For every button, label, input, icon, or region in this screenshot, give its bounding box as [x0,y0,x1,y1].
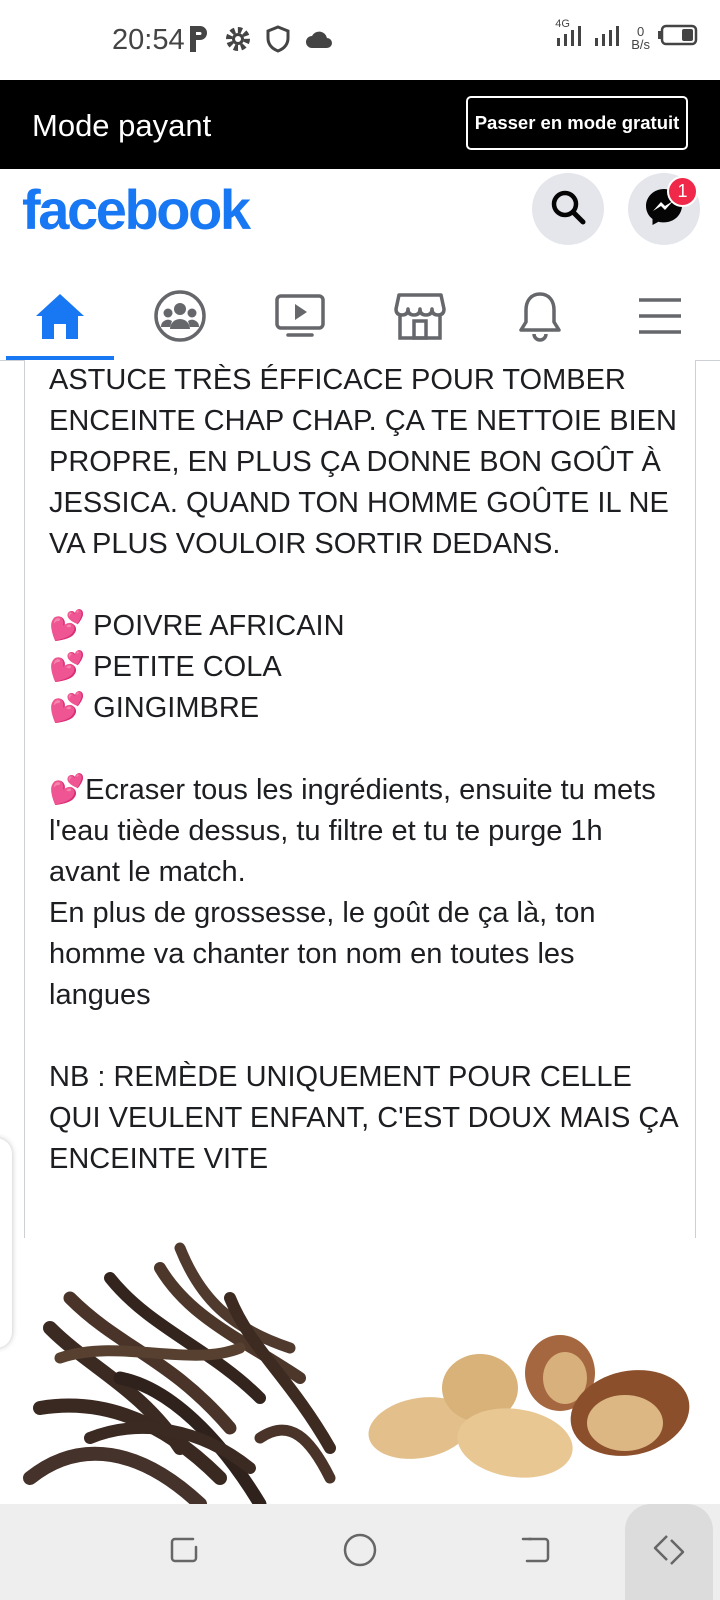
app-header: facebook [0,169,720,261]
speed-unit: B/s [631,36,650,52]
tab-notifications[interactable] [480,276,600,360]
tab-home[interactable] [0,276,120,360]
post-card: ASTUCE TRÈS ÉFFICACE POUR TOMBER ENCEINT… [24,360,696,1238]
mode-label: Mode payant [32,108,212,143]
african-pepper-pods-image [23,1242,336,1504]
ingredient-label: POIVRE AFRICAIN [93,610,345,642]
messenger-badge: 1 [667,176,698,207]
tab-marketplace[interactable] [360,276,480,360]
main-nav-tabs [0,276,720,361]
post-image[interactable] [0,1238,720,1504]
search-icon [548,187,588,232]
bell-icon [517,290,563,347]
groups-icon [153,289,207,348]
network-speed: 0 B/s [631,25,650,51]
hearts-emoji: 💕 [49,651,86,683]
tab-menu[interactable] [600,276,720,360]
mode-banner: Mode payant Passer en mode gratuit [0,80,720,169]
hearts-emoji: 💕 [49,610,86,642]
tab-groups[interactable] [120,276,240,360]
instructions-text: Ecraser tous les ingrédients, ensuite tu… [49,774,656,888]
marketplace-icon [394,291,446,346]
battery-icon [658,24,698,51]
rotate-screen-button[interactable] [625,1504,713,1600]
ingredient-item: 💕 PETITE COLA [49,647,679,688]
home-icon [34,291,86,346]
ingredient-item: 💕 GINGIMBRE [49,688,679,729]
post-instructions: 💕Ecraser tous les ingrédients, ensuite t… [49,770,679,893]
post-body: ASTUCE TRÈS ÉFFICACE POUR TOMBER ENCEINT… [49,360,679,1180]
signal-icon [593,22,623,53]
post-note: NB : REMÈDE UNIQUEMENT POUR CELLE QUI VE… [49,1061,678,1175]
rotate-icon [651,1532,687,1573]
home-button[interactable] [310,1504,410,1600]
search-button[interactable] [532,173,604,245]
signal-4g-icon: 4G [555,18,585,53]
recents-button[interactable] [134,1504,234,1600]
ingredient-label: GINGIMBRE [93,692,260,724]
parking-icon [188,24,210,59]
shield-icon [266,25,290,58]
back-button[interactable] [486,1504,586,1600]
network-type: 4G [555,18,570,30]
recents-icon [167,1533,201,1572]
settings-icon [224,25,252,58]
status-bar: 20:54 4G 0 B/s [0,0,720,80]
back-icon [519,1533,553,1572]
facebook-logo[interactable]: facebook [22,177,251,242]
menu-icon [637,296,683,341]
tab-watch[interactable] [240,276,360,360]
home-circle-icon [342,1532,378,1573]
switch-to-free-mode-button[interactable]: Passer en mode gratuit [466,96,688,150]
ingredient-label: PETITE COLA [93,651,282,683]
video-icon [274,292,326,345]
bitter-kola-nuts-image [368,1335,690,1478]
android-navigation-bar [0,1504,720,1600]
post-extra: En plus de grossesse, le goût de ça là, … [49,897,596,1011]
status-time: 20:54 [112,24,185,56]
side-edge-handle[interactable] [0,1138,12,1348]
hearts-emoji: 💕 [49,692,86,724]
cloud-icon [304,28,334,55]
hearts-emoji: 💕 [49,774,86,806]
post-intro: ASTUCE TRÈS ÉFFICACE POUR TOMBER ENCEINT… [49,364,677,560]
ingredient-item: 💕 POIVRE AFRICAIN [49,606,679,647]
